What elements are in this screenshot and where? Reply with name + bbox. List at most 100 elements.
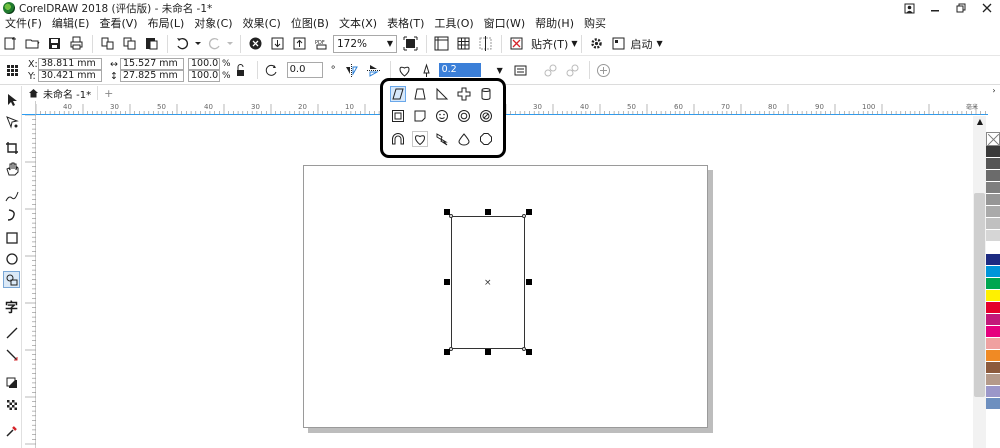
lightning-icon[interactable] — [434, 131, 450, 147]
resize-handle-top[interactable] — [485, 209, 491, 215]
scale-height-input[interactable]: 100.0 — [188, 70, 220, 82]
resize-handle-top-left[interactable] — [444, 209, 450, 215]
menu-tools[interactable]: 工具(O) — [429, 16, 478, 32]
color-swatch[interactable] — [986, 302, 1000, 314]
drop-shadow-tool-icon[interactable] — [3, 374, 20, 391]
paste-button[interactable] — [141, 34, 161, 54]
scroll-up-arrow-icon[interactable]: ▲ — [975, 117, 985, 127]
new-document-button[interactable] — [0, 34, 20, 54]
menu-object[interactable]: 对象(C) — [189, 16, 237, 32]
export-button[interactable] — [289, 34, 309, 54]
width-input[interactable]: 15.527 mm — [120, 58, 184, 70]
undo-dropdown-icon[interactable] — [194, 34, 202, 54]
mirror-horizontal-button[interactable] — [342, 60, 362, 80]
artistic-media-tool-icon[interactable] — [3, 206, 20, 223]
eyedropper-tool-icon[interactable] — [3, 422, 20, 439]
tab-untitled-1[interactable]: 未命名 -1* — [22, 86, 99, 101]
octagon-icon[interactable] — [478, 131, 494, 147]
vertical-scrollbar-thumb[interactable] — [974, 193, 985, 397]
import-button[interactable] — [267, 34, 287, 54]
show-rulers-button[interactable] — [431, 34, 451, 54]
frame-icon[interactable] — [390, 108, 406, 124]
pick-tool-icon[interactable] — [3, 91, 20, 108]
snap-to-icon[interactable] — [506, 34, 526, 54]
publish-pdf-button[interactable]: PDF — [311, 34, 331, 54]
color-swatch[interactable] — [986, 290, 1000, 302]
color-swatch[interactable] — [986, 182, 1000, 194]
zoom-level-select[interactable]: 172% ▼ — [333, 34, 397, 53]
color-swatch[interactable] — [986, 326, 1000, 338]
copy-button[interactable] — [119, 34, 139, 54]
parallelogram-icon[interactable] — [390, 86, 406, 102]
no-color-swatch[interactable] — [986, 132, 1000, 146]
color-swatch[interactable] — [986, 386, 1000, 398]
outline-width-input[interactable]: 0.2 mm — [438, 63, 481, 87]
undo-button[interactable] — [172, 34, 192, 54]
parallel-dimension-tool-icon[interactable] — [3, 324, 20, 341]
menu-buy[interactable]: 购买 — [579, 16, 611, 32]
right-triangle-icon[interactable] — [434, 86, 450, 102]
object-origin-icon[interactable] — [2, 60, 22, 80]
freehand-tool-icon[interactable] — [3, 187, 20, 204]
menu-help[interactable]: 帮助(H) — [530, 16, 579, 32]
vertical-ruler[interactable] — [22, 115, 36, 448]
color-swatch[interactable] — [986, 146, 1000, 158]
color-swatch[interactable] — [986, 230, 1000, 242]
resize-handle-bottom-right[interactable] — [526, 349, 532, 355]
options-gear-icon[interactable] — [586, 34, 606, 54]
close-button[interactable] — [974, 0, 1000, 16]
add-tab-button[interactable]: + — [104, 87, 113, 100]
no-symbol-icon[interactable] — [478, 108, 494, 124]
color-swatch[interactable] — [986, 206, 1000, 218]
cross-icon[interactable] — [456, 86, 472, 102]
menu-bitmaps[interactable]: 位图(B) — [286, 16, 334, 32]
folded-corner-icon[interactable] — [412, 108, 428, 124]
color-swatch[interactable] — [986, 170, 1000, 182]
show-guidelines-button[interactable] — [475, 34, 495, 54]
menu-view[interactable]: 查看(V) — [94, 16, 142, 32]
color-swatch[interactable] — [986, 194, 1000, 206]
menu-file[interactable]: 文件(F) — [0, 16, 47, 32]
convert-to-curves-button[interactable] — [541, 60, 561, 80]
launcher-icon[interactable] — [608, 34, 628, 54]
color-swatch[interactable] — [986, 242, 1000, 254]
y-position-input[interactable]: 30.421 mm — [38, 70, 102, 82]
redo-button[interactable] — [204, 34, 224, 54]
color-swatch[interactable] — [986, 266, 1000, 278]
account-icon[interactable] — [896, 0, 922, 16]
color-swatch[interactable] — [986, 254, 1000, 266]
menu-layout[interactable]: 布局(L) — [143, 16, 190, 32]
redo-dropdown-icon[interactable] — [226, 34, 234, 54]
shape-tool-icon[interactable] — [3, 113, 20, 130]
cut-button[interactable] — [97, 34, 117, 54]
combine-button[interactable] — [563, 60, 583, 80]
polygon-tool-icon[interactable] — [3, 271, 20, 288]
restore-button[interactable] — [948, 0, 974, 16]
lock-ratio-icon[interactable] — [231, 60, 251, 80]
text-tool-icon[interactable]: 字 — [3, 298, 20, 316]
expand-panel-icon[interactable]: › — [988, 86, 1000, 95]
launch-dropdown[interactable]: 启动 ▼ — [630, 36, 662, 52]
rectangle-tool-icon[interactable] — [3, 229, 20, 246]
chevron-down-icon[interactable]: ▼ — [497, 66, 503, 75]
smiley-icon[interactable] — [434, 108, 450, 124]
scale-width-input[interactable]: 100.0 — [188, 58, 220, 70]
menu-table[interactable]: 表格(T) — [382, 16, 429, 32]
perfect-shapes-heart-icon[interactable] — [395, 60, 415, 80]
mirror-vertical-button[interactable] — [364, 60, 384, 80]
connector-tool-icon[interactable] — [3, 346, 20, 363]
print-button[interactable] — [66, 34, 86, 54]
search-content-button[interactable] — [245, 34, 265, 54]
color-swatch[interactable] — [986, 338, 1000, 350]
pan-tool-icon[interactable] — [3, 160, 20, 177]
resize-handle-top-right[interactable] — [526, 209, 532, 215]
cylinder-icon[interactable] — [478, 86, 494, 102]
full-screen-preview-button[interactable] — [400, 34, 420, 54]
color-swatch[interactable] — [986, 218, 1000, 230]
color-swatch[interactable] — [986, 362, 1000, 374]
snap-to-dropdown[interactable]: 贴齐(T) ▼ — [531, 36, 577, 52]
trapezoid-icon[interactable] — [412, 86, 428, 102]
resize-handle-bottom-left[interactable] — [444, 349, 450, 355]
text-wrap-button[interactable] — [511, 60, 531, 80]
center-marker-icon[interactable]: × — [484, 278, 492, 288]
